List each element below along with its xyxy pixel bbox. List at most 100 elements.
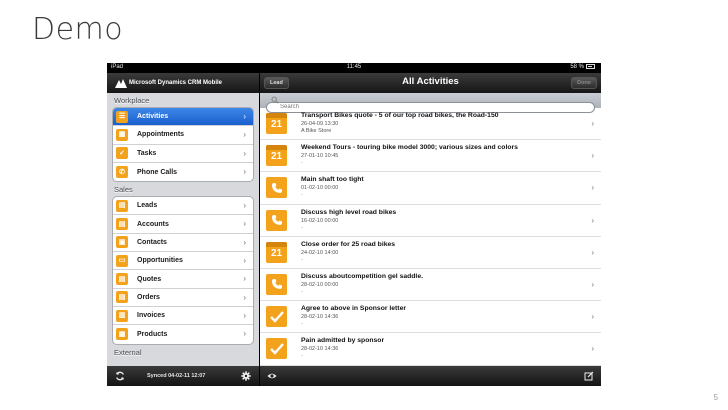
sidebar-item-label: Quotes bbox=[137, 275, 162, 283]
chevron-right-icon: › bbox=[591, 312, 594, 322]
sidebar-item-activities[interactable]: ☰ Activities › bbox=[113, 108, 253, 127]
sync-icon[interactable] bbox=[115, 371, 125, 381]
chevron-right-icon: › bbox=[243, 112, 246, 121]
menu-group-sales: ▤ Leads › ▤ Accounts › ▣ Contacts › ▭ Opportunitie… bbox=[112, 196, 254, 345]
phone-icon bbox=[266, 273, 287, 295]
sidebar-item-label: Leads bbox=[137, 202, 158, 210]
activities-pane: Lead All Activities Done 21 Transport Bik… bbox=[260, 73, 601, 366]
activity-date: 24-02-10 14:00 bbox=[301, 249, 339, 256]
slide-title: Demo bbox=[32, 12, 124, 47]
activity-date: 01-02-10 00:00 bbox=[301, 185, 339, 192]
status-time: 11:45 bbox=[346, 64, 362, 70]
section-header-external: External bbox=[114, 347, 142, 357]
gear-icon[interactable] bbox=[241, 371, 251, 381]
activity-row[interactable]: Discuss high level road bikes 16-02-10 00… bbox=[260, 205, 601, 237]
sidebar-item-accounts[interactable]: ▤ Accounts › bbox=[113, 215, 253, 234]
sidebar-item-label: Contacts bbox=[137, 238, 167, 246]
activity-row[interactable]: 21 Close order for 25 road bikes 24-02-10 … bbox=[260, 237, 601, 269]
phone-icon bbox=[266, 209, 287, 231]
sidebar-item-label: Invoices bbox=[137, 312, 166, 320]
lead-icon: ▤ bbox=[116, 199, 128, 212]
chevron-right-icon: › bbox=[591, 279, 594, 289]
activity-date: 26-04-09 13:30 bbox=[301, 121, 339, 127]
chevron-right-icon: › bbox=[243, 219, 246, 229]
activity-date: 27-01-10 10:45 bbox=[301, 153, 339, 160]
slide-number: 5 bbox=[713, 393, 718, 402]
activity-row[interactable]: Pain admitted by sponsor 28-02-10 14:36- › bbox=[260, 333, 601, 366]
sidebar-item-tasks[interactable]: ✓ Tasks › bbox=[113, 145, 253, 163]
activity-title: Weekend Tours - touring bike model 3000;… bbox=[301, 144, 518, 152]
sidebar-item-invoices[interactable]: ▥ Invoices › bbox=[113, 307, 253, 326]
status-bar: iPad 11:45 58 % bbox=[107, 63, 601, 73]
sidebar-item-products[interactable]: ▦ Products › bbox=[113, 325, 253, 343]
invoice-icon: ▥ bbox=[116, 309, 128, 322]
order-icon: ▤ bbox=[116, 291, 128, 304]
phone-icon bbox=[266, 177, 287, 199]
app-title: Microsoft Dynamics CRM Mobile bbox=[129, 80, 223, 86]
activity-row[interactable]: 21 Transport Bikes quote - 5 of our top r… bbox=[260, 108, 601, 141]
activity-date: 28-02-10 14:36 bbox=[301, 346, 339, 353]
activity-regarding: - bbox=[301, 353, 303, 360]
activity-row[interactable]: Agree to above in Sponsor letter 28-02-10… bbox=[260, 301, 601, 334]
activity-regarding: - bbox=[301, 160, 303, 167]
product-icon: ▦ bbox=[116, 328, 128, 341]
search-icon bbox=[271, 96, 279, 104]
ipad-screen: iPad 11:45 58 % Microsoft Dynamics CRM M… bbox=[107, 63, 601, 386]
activity-title: Main shaft too tight bbox=[301, 176, 364, 184]
page-title: All Activities bbox=[402, 76, 459, 87]
section-header-workplace: Workplace bbox=[114, 96, 150, 105]
chevron-right-icon: › bbox=[243, 201, 246, 211]
chevron-right-icon: › bbox=[591, 344, 594, 354]
menu-group-workplace: ☰ Activities › ▦ Appointments › ✓ Tasks › ✆ Phone … bbox=[112, 107, 254, 183]
chevron-right-icon: › bbox=[243, 166, 246, 176]
sidebar-item-phone-calls[interactable]: ✆ Phone Calls › bbox=[113, 163, 253, 181]
sidebar-item-appointments[interactable]: ▦ Appointments › bbox=[113, 126, 253, 145]
activity-regarding: - bbox=[301, 288, 303, 295]
phone-icon: ✆ bbox=[116, 166, 128, 179]
sidebar-item-label: Appointments bbox=[137, 131, 185, 139]
chevron-right-icon: › bbox=[591, 151, 594, 161]
chevron-right-icon: › bbox=[243, 130, 246, 140]
chevron-right-icon: › bbox=[591, 119, 594, 128]
sidebar-item-orders[interactable]: ▤ Orders › bbox=[113, 289, 253, 307]
activity-list: 21 Transport Bikes quote - 5 of our top r… bbox=[260, 108, 601, 366]
activity-row[interactable]: 21 Weekend Tours - touring bike model 300… bbox=[260, 140, 601, 173]
opportunity-icon: ▭ bbox=[116, 254, 128, 267]
search-bar bbox=[260, 93, 601, 113]
right-toolbar bbox=[260, 366, 601, 386]
nav-bar: Lead All Activities Done bbox=[260, 73, 601, 93]
activity-date: 28-02-10 14:36 bbox=[301, 314, 339, 321]
sync-status: Synced 04-02-11 12:07 bbox=[147, 373, 206, 379]
activity-title: Agree to above in Sponsor letter bbox=[301, 305, 406, 313]
chevron-right-icon: › bbox=[591, 183, 594, 193]
navigation-pane: Microsoft Dynamics CRM Mobile Workplace ☰… bbox=[107, 73, 259, 366]
checkmark-icon bbox=[266, 306, 287, 328]
chevron-right-icon: › bbox=[243, 329, 246, 339]
chevron-right-icon: › bbox=[243, 148, 246, 158]
sidebar-item-quotes[interactable]: ▤ Quotes › bbox=[113, 270, 253, 289]
sidebar-item-label: Products bbox=[137, 330, 168, 338]
quote-icon: ▤ bbox=[116, 273, 128, 286]
section-header-sales: Sales bbox=[114, 185, 133, 195]
account-icon: ▤ bbox=[116, 218, 128, 231]
checkmark-icon bbox=[266, 338, 287, 360]
activity-title: Discuss aboutcompetition gel saddle. bbox=[301, 272, 423, 280]
sidebar-item-label: Phone Calls bbox=[137, 168, 178, 176]
chevron-right-icon: › bbox=[243, 310, 246, 320]
sidebar-item-opportunities[interactable]: ▭ Opportunities › bbox=[113, 252, 253, 271]
activity-regarding: - bbox=[301, 256, 303, 263]
sidebar-item-label: Activities bbox=[137, 113, 169, 121]
activity-regarding: - bbox=[301, 224, 303, 231]
activity-title: Pain admitted by sponsor bbox=[301, 337, 385, 345]
app-header: Microsoft Dynamics CRM Mobile bbox=[107, 73, 259, 93]
sidebar-item-leads[interactable]: ▤ Leads › bbox=[113, 197, 253, 216]
chevron-right-icon: › bbox=[243, 256, 246, 266]
activity-row[interactable]: Discuss aboutcompetition gel saddle. 28-0… bbox=[260, 269, 601, 302]
activity-regarding: - bbox=[301, 192, 303, 199]
eye-icon[interactable] bbox=[267, 371, 277, 381]
activity-row[interactable]: Main shaft too tight 01-02-10 00:00- › bbox=[260, 172, 601, 205]
done-button[interactable]: Done bbox=[571, 77, 597, 89]
compose-icon[interactable] bbox=[584, 371, 594, 381]
list-icon: ☰ bbox=[116, 110, 128, 123]
sidebar-item-contacts[interactable]: ▣ Contacts › bbox=[113, 234, 253, 253]
